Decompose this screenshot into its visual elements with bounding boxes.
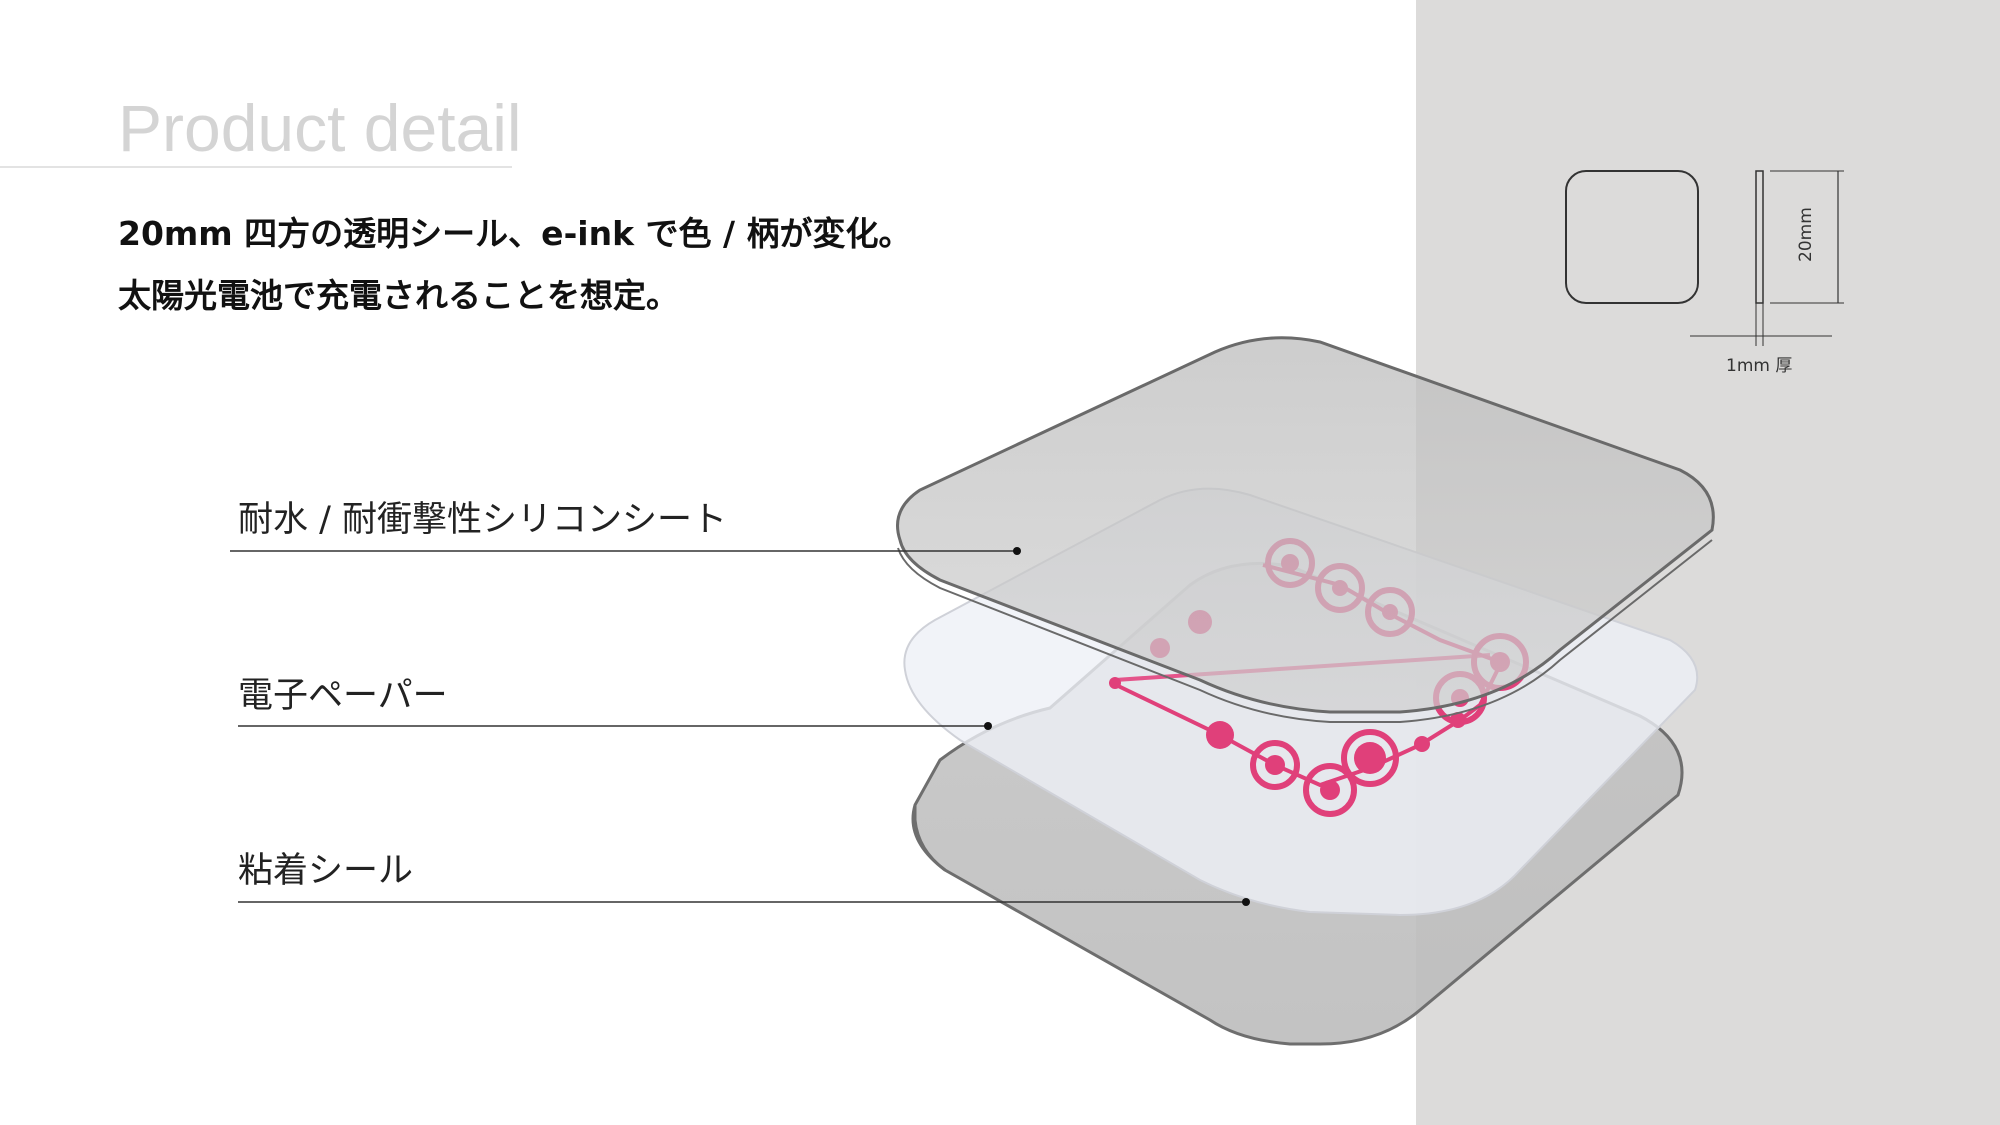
dimension-label-thickness: 1mm 厚 xyxy=(1726,356,1793,376)
leader-dot-epaper xyxy=(984,722,992,730)
side-view-outline xyxy=(1755,170,1764,304)
exploded-layer-illustration xyxy=(230,170,1844,1046)
leader-dot-adhesive xyxy=(1242,898,1250,906)
dimension-label-height: 20mm xyxy=(1796,207,1816,262)
leader-dot-silicone xyxy=(1013,547,1021,555)
front-view-outline xyxy=(1565,170,1699,304)
